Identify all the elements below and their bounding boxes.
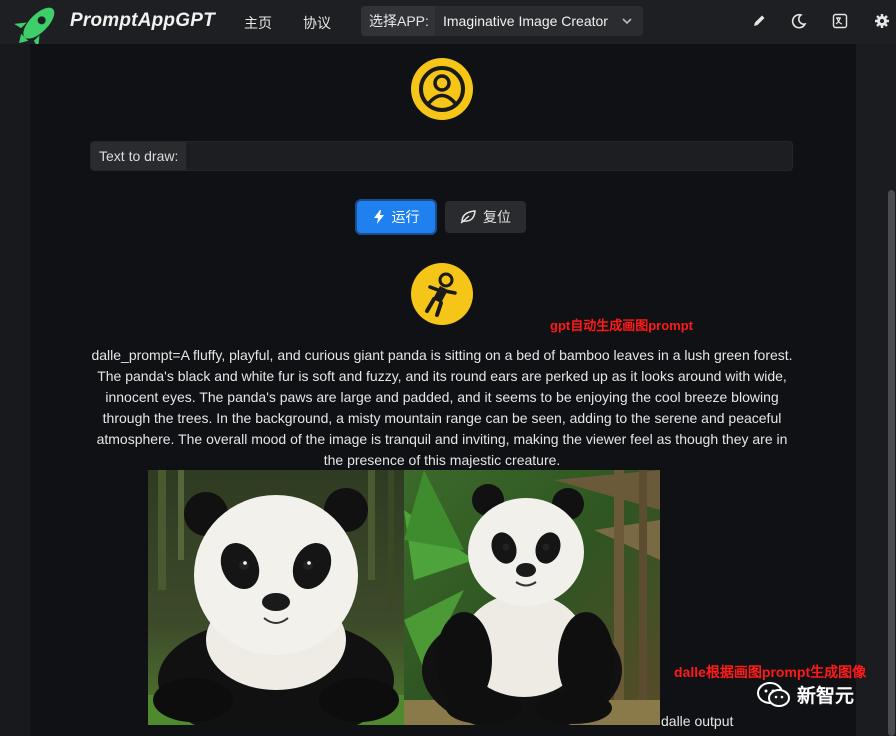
astronaut-icon bbox=[411, 263, 473, 325]
nav-protocol-link[interactable]: 协议 bbox=[303, 13, 331, 33]
reset-button[interactable]: 复位 bbox=[445, 201, 526, 233]
gear-icon[interactable] bbox=[874, 13, 890, 29]
chevron-down-icon[interactable] bbox=[621, 15, 633, 27]
wechat-icon bbox=[757, 682, 791, 708]
user-icon bbox=[411, 58, 473, 120]
watermark: 新智元 bbox=[757, 681, 854, 708]
text-to-draw-group: Text to draw: bbox=[90, 141, 793, 171]
brand-title[interactable]: PromptAppGPT bbox=[70, 10, 215, 32]
app-select-value[interactable]: Imaginative Image Creator bbox=[435, 13, 643, 29]
user-avatar bbox=[411, 58, 473, 120]
reset-button-label: 复位 bbox=[483, 207, 511, 227]
prompt-annotation: gpt自动生成画图prompt bbox=[550, 315, 693, 334]
app-select[interactable]: 选择APP: Imaginative Image Creator bbox=[361, 6, 643, 36]
run-button-label: 运行 bbox=[392, 207, 420, 227]
leaf-icon bbox=[460, 210, 476, 224]
generated-image-1[interactable] bbox=[148, 470, 404, 725]
left-gutter bbox=[0, 44, 30, 736]
text-to-draw-input[interactable] bbox=[186, 142, 792, 170]
lightning-icon bbox=[373, 210, 385, 224]
moon-icon[interactable] bbox=[791, 13, 807, 29]
dalle-output-label: dalle output bbox=[661, 713, 733, 729]
pencil-icon[interactable] bbox=[751, 13, 767, 29]
run-button[interactable]: 运行 bbox=[357, 201, 435, 233]
top-navbar: PromptAppGPT 主页 协议 选择APP: Imaginative Im… bbox=[0, 0, 896, 44]
dalle-annotation: dalle根据画图prompt生成图像 bbox=[674, 662, 866, 682]
watermark-text: 新智元 bbox=[797, 681, 854, 708]
dalle-prompt-text: dalle_prompt=A fluffy, playful, and curi… bbox=[86, 345, 798, 471]
scrollbar-thumb[interactable] bbox=[888, 190, 895, 736]
translate-icon[interactable] bbox=[832, 13, 848, 29]
generated-image-2[interactable] bbox=[404, 470, 660, 725]
app-select-label: 选择APP: bbox=[361, 6, 435, 36]
text-to-draw-label: Text to draw: bbox=[91, 142, 186, 170]
nav-home-link[interactable]: 主页 bbox=[244, 13, 272, 33]
bot-avatar bbox=[411, 263, 473, 325]
